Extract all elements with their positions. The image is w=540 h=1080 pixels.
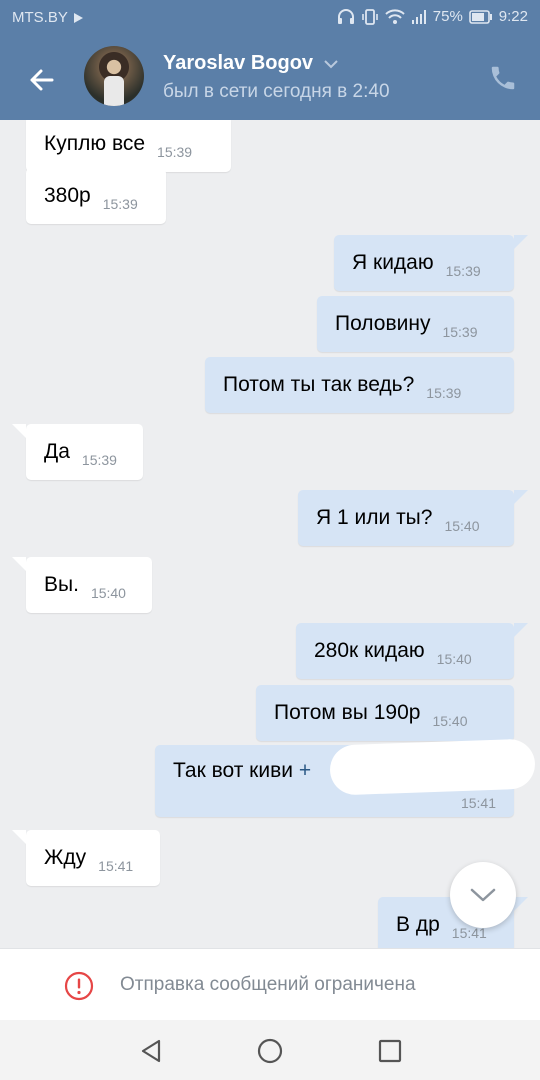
message-time: 15:40 (432, 713, 468, 729)
phone-icon (491, 66, 515, 90)
message-text: В др (396, 913, 440, 936)
arrow-left-icon (30, 69, 54, 91)
carrier-label: MTS.BY (12, 9, 68, 26)
message-time: 15:39 (157, 144, 193, 160)
message-outgoing[interactable]: Я 1 или ты? 15:40 (298, 490, 528, 546)
message-text: Да (44, 440, 70, 463)
status-icons: 75% 9:22 (337, 8, 528, 25)
message-text: 380р (44, 184, 91, 207)
nav-recents-button[interactable] (375, 1036, 405, 1066)
message-outgoing[interactable]: Половину 15:39 (317, 296, 514, 352)
phone-link[interactable]: + (299, 759, 311, 782)
scroll-to-bottom-button[interactable] (450, 862, 516, 928)
message-incoming[interactable]: Вы. 15:40 (12, 557, 152, 613)
chat-header: Yaroslav Bogov был в сети сегодня в 2:40 (0, 36, 540, 120)
message-time: 15:39 (426, 385, 462, 401)
message-time: 15:40 (444, 518, 480, 534)
nav-back-button[interactable] (137, 1036, 167, 1066)
message-list[interactable]: Куплю все 15:39 380р 15:39 Я кидаю 15:39… (0, 120, 540, 948)
message-time: 15:40 (436, 651, 472, 667)
message-outgoing[interactable]: 280к кидаю 15:40 (296, 623, 528, 679)
square-recents-icon (378, 1039, 402, 1063)
message-time: 15:39 (445, 263, 481, 279)
message-time: 15:41 (460, 795, 496, 811)
message-text: Куплю все (44, 132, 146, 155)
redaction-scribble (329, 738, 536, 796)
restriction-message: Отправка сообщений ограничена (120, 974, 416, 995)
message-time: 15:39 (442, 324, 478, 340)
message-text: Я кидаю (352, 251, 434, 274)
message-time: 15:41 (98, 858, 134, 874)
contact-name[interactable]: Yaroslav Bogov (163, 52, 339, 75)
nav-home-button[interactable] (255, 1036, 285, 1066)
last-seen-status: был в сети сегодня в 2:40 (163, 81, 390, 102)
message-text: Я 1 или ты? (316, 506, 433, 529)
chevron-down-icon (470, 888, 496, 902)
wifi-icon (385, 8, 405, 24)
triangle-back-icon (141, 1039, 161, 1063)
message-text-part: Так вот киви (173, 759, 293, 782)
message-text: Потом вы 190р (274, 701, 421, 724)
clock: 9:22 (498, 8, 528, 25)
message-incoming[interactable]: Да 15:39 (12, 424, 143, 480)
system-navigation-bar (0, 1020, 540, 1080)
message-outgoing[interactable]: Потом вы 190р 15:40 (256, 685, 514, 741)
vibrate-icon (361, 8, 378, 25)
battery-icon (468, 9, 492, 24)
status-bar: MTS.BY 75% 9:22 (0, 0, 540, 36)
warning-indicator (64, 971, 94, 1001)
message-incoming[interactable]: Жду 15:41 (12, 830, 160, 886)
play-icon (73, 12, 83, 23)
message-text: 280к кидаю (314, 639, 425, 662)
message-text: Вы. (44, 573, 79, 596)
exclamation-circle-icon (64, 971, 94, 1001)
message-outgoing[interactable]: Потом ты так ведь? 15:39 (205, 357, 514, 413)
contact-name-label: Yaroslav Bogov (163, 52, 314, 74)
messaging-restricted-bar: Отправка сообщений ограничена (0, 948, 540, 1020)
message-incoming[interactable]: Куплю все 15:39 (26, 120, 231, 172)
message-text: Так вот киви + (173, 759, 311, 783)
back-button[interactable] (22, 60, 62, 100)
battery-percent: 75% (432, 8, 463, 25)
message-time: 15:40 (90, 585, 126, 601)
circle-home-icon (257, 1038, 283, 1064)
avatar[interactable] (84, 46, 144, 106)
message-time: 15:39 (81, 452, 117, 468)
chevron-down-icon (324, 59, 338, 68)
carrier: MTS.BY (12, 9, 84, 26)
signal-icon (411, 9, 426, 24)
call-button[interactable] (488, 63, 518, 93)
message-time: 15:39 (102, 196, 138, 212)
message-text: Половину (335, 312, 431, 335)
headphones-icon (337, 8, 354, 24)
message-text: Потом ты так ведь? (223, 373, 415, 396)
message-text: Жду (44, 846, 87, 869)
message-incoming[interactable]: 380р 15:39 (26, 168, 166, 224)
message-outgoing[interactable]: Я кидаю 15:39 (334, 235, 528, 291)
